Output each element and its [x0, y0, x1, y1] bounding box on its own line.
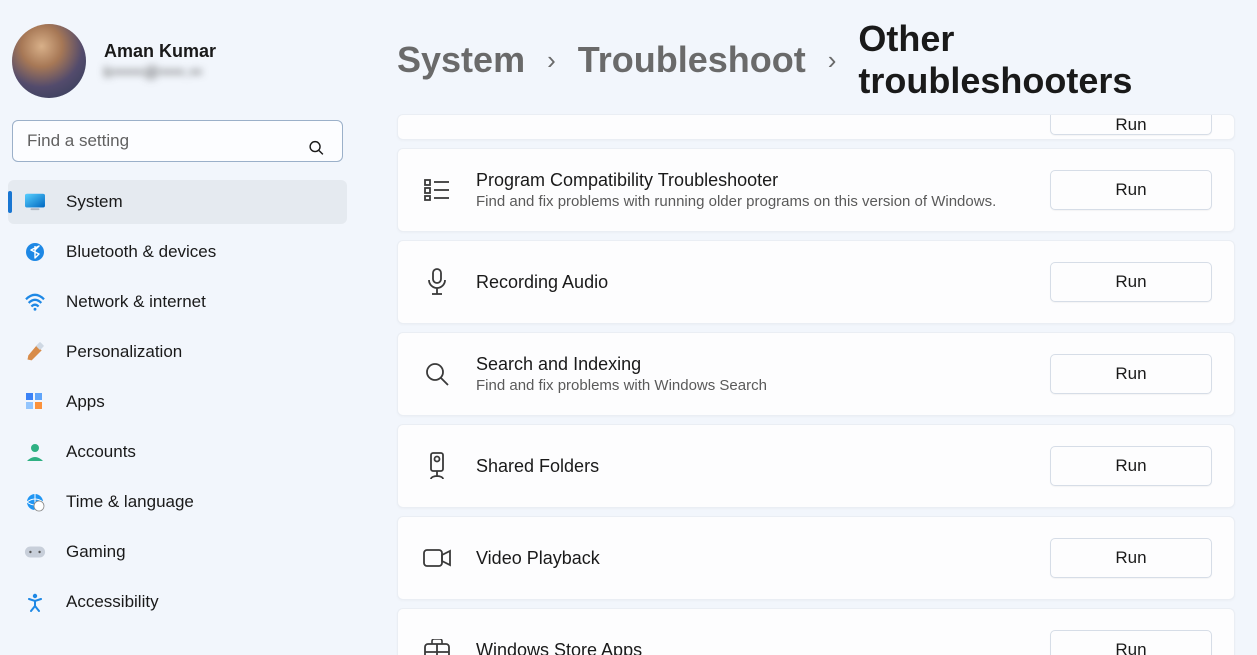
- system-icon: [22, 189, 48, 215]
- store-icon: [420, 633, 454, 655]
- troubleshooter-desc: Find and fix problems with running older…: [476, 193, 1050, 210]
- search-input[interactable]: [12, 120, 343, 162]
- chevron-right-icon: ›: [547, 45, 556, 76]
- microphone-icon: [420, 265, 454, 299]
- sidebar-item-label: Accessibility: [66, 592, 159, 612]
- avatar: [12, 24, 86, 98]
- troubleshooter-list: Run Program Compatibility Troubleshooter…: [397, 114, 1235, 655]
- list-icon: [420, 173, 454, 207]
- run-button[interactable]: Run: [1050, 630, 1212, 655]
- troubleshooter-title: Shared Folders: [476, 456, 1050, 477]
- troubleshooter-card[interactable]: Search and Indexing Find and fix problem…: [397, 332, 1235, 416]
- paintbrush-icon: [22, 339, 48, 365]
- sidebar-item-apps[interactable]: Apps: [8, 380, 347, 424]
- troubleshooter-card-partial[interactable]: Run: [397, 114, 1235, 140]
- shared-folder-icon: [420, 449, 454, 483]
- chevron-right-icon: ›: [828, 45, 837, 76]
- sidebar-item-bluetooth[interactable]: Bluetooth & devices: [8, 230, 347, 274]
- run-button[interactable]: Run: [1050, 538, 1212, 578]
- troubleshooter-card[interactable]: Program Compatibility Troubleshooter Fin…: [397, 148, 1235, 232]
- run-button[interactable]: Run: [1050, 170, 1212, 210]
- troubleshooter-title: Windows Store Apps: [476, 640, 1050, 655]
- run-button[interactable]: Run: [1050, 446, 1212, 486]
- sidebar-item-label: Personalization: [66, 342, 182, 362]
- video-icon: [420, 541, 454, 575]
- wifi-icon: [22, 289, 48, 315]
- troubleshooter-card[interactable]: Shared Folders Run: [397, 424, 1235, 508]
- sidebar-item-gaming[interactable]: Gaming: [8, 530, 347, 574]
- main-content: System › Troubleshoot › Other troublesho…: [355, 0, 1257, 655]
- globe-clock-icon: [22, 489, 48, 515]
- profile-name: Aman Kumar: [104, 41, 216, 62]
- sidebar-item-time[interactable]: Time & language: [8, 480, 347, 524]
- sidebar-item-label: Time & language: [66, 492, 194, 512]
- troubleshooter-title: Recording Audio: [476, 272, 1050, 293]
- sidebar-nav: System Bluetooth & devices Network & int…: [8, 180, 347, 624]
- breadcrumb: System › Troubleshoot › Other troublesho…: [397, 18, 1235, 102]
- gamepad-icon: [22, 539, 48, 565]
- sidebar: Aman Kumar k•••••@••••.•• System: [0, 0, 355, 655]
- bluetooth-icon: [22, 239, 48, 265]
- sidebar-item-label: Gaming: [66, 542, 126, 562]
- sidebar-item-personalization[interactable]: Personalization: [8, 330, 347, 374]
- sidebar-item-network[interactable]: Network & internet: [8, 280, 347, 324]
- breadcrumb-system[interactable]: System: [397, 39, 525, 81]
- apps-icon: [22, 389, 48, 415]
- accessibility-icon: [22, 589, 48, 615]
- sidebar-item-label: Network & internet: [66, 292, 206, 312]
- profile-email: k•••••@••••.••: [104, 64, 216, 81]
- person-icon: [22, 439, 48, 465]
- troubleshooter-card[interactable]: Recording Audio Run: [397, 240, 1235, 324]
- troubleshooter-card[interactable]: Video Playback Run: [397, 516, 1235, 600]
- troubleshooter-card[interactable]: Windows Store Apps Run: [397, 608, 1235, 655]
- sidebar-item-label: Bluetooth & devices: [66, 242, 216, 262]
- run-button[interactable]: Run: [1050, 262, 1212, 302]
- troubleshooter-desc: Find and fix problems with Windows Searc…: [476, 377, 1050, 394]
- search-icon: [420, 357, 454, 391]
- sidebar-item-label: Accounts: [66, 442, 136, 462]
- troubleshooter-title: Search and Indexing: [476, 354, 1050, 375]
- sidebar-item-label: System: [66, 192, 123, 212]
- run-button[interactable]: Run: [1050, 115, 1212, 135]
- breadcrumb-troubleshoot[interactable]: Troubleshoot: [578, 39, 806, 81]
- profile-block[interactable]: Aman Kumar k•••••@••••.••: [8, 18, 347, 116]
- sidebar-item-system[interactable]: System: [8, 180, 347, 224]
- troubleshooter-title: Video Playback: [476, 548, 1050, 569]
- sidebar-item-accounts[interactable]: Accounts: [8, 430, 347, 474]
- troubleshooter-title: Program Compatibility Troubleshooter: [476, 170, 1050, 191]
- sidebar-item-label: Apps: [66, 392, 105, 412]
- search-icon[interactable]: [308, 140, 325, 157]
- sidebar-item-accessibility[interactable]: Accessibility: [8, 580, 347, 624]
- run-button[interactable]: Run: [1050, 354, 1212, 394]
- breadcrumb-current: Other troubleshooters: [858, 18, 1235, 102]
